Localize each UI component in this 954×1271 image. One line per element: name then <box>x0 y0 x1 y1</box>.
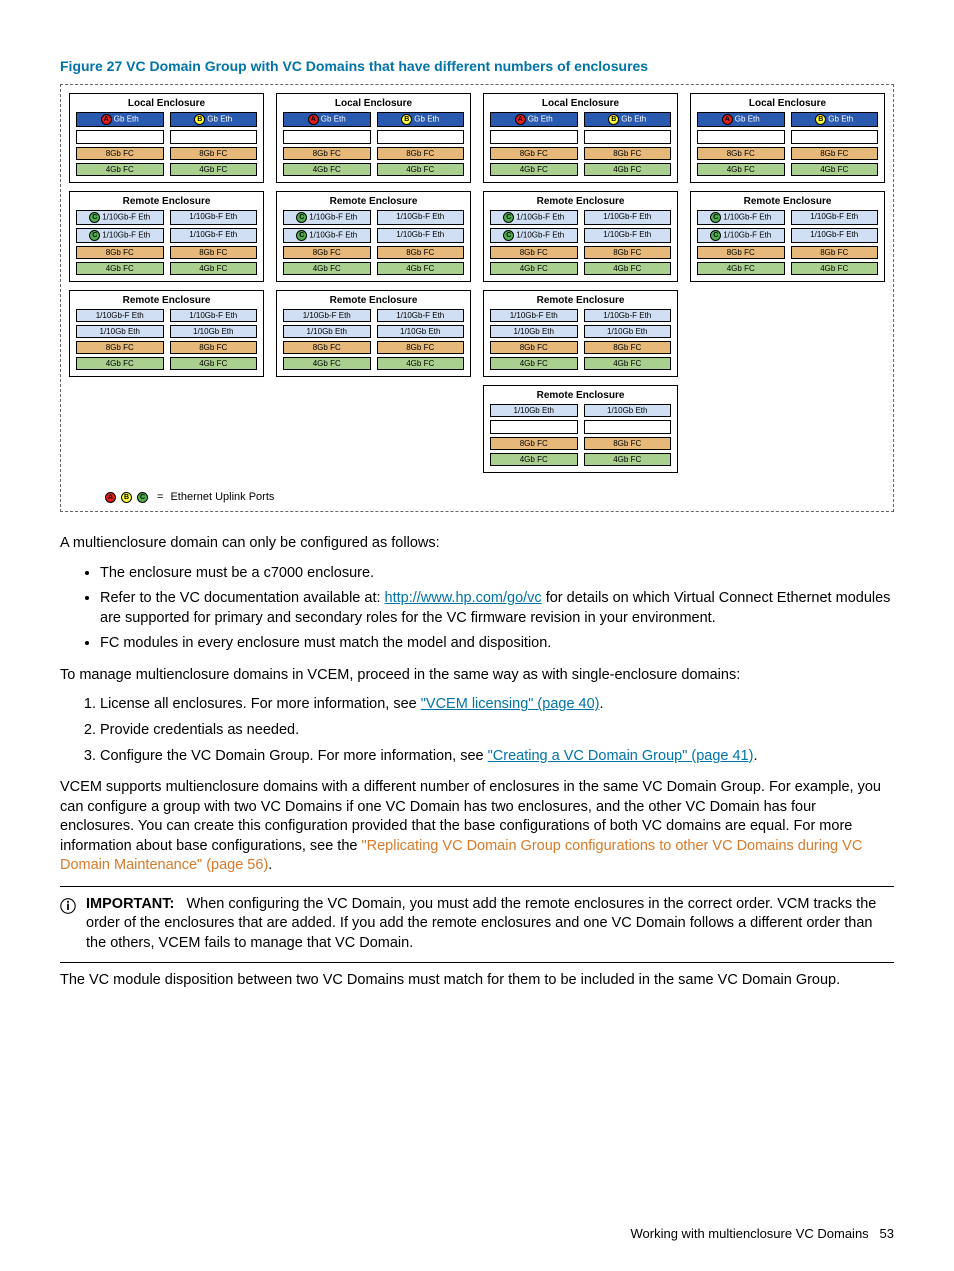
remote-enclosure: Remote Enclosure 1/10Gb-F Eth1/10Gb-F Et… <box>483 290 678 377</box>
vc-domain-col-2: Local Enclosure AGb EthBGb Eth 8Gb FC8Gb… <box>276 93 471 473</box>
local-enclosure: Local Enclosure AGb EthBGb Eth 8Gb FC8Gb… <box>276 93 471 183</box>
list-item: FC modules in every enclosure must match… <box>100 634 894 654</box>
local-enclosure: Local Enclosure AGb EthBGb Eth 8Gb FC8Gb… <box>483 93 678 183</box>
vc-domain-col-1: Local Enclosure AGb EthBGb Eth 8Gb FC8Gb… <box>69 93 264 473</box>
remote-enclosure: Remote Enclosure C1/10Gb-F Eth1/10Gb-F E… <box>690 191 885 282</box>
manage-steps: License all enclosures. For more informa… <box>60 695 894 766</box>
legend-dot-b-icon: B <box>121 492 132 503</box>
local-enclosure: Local Enclosure AGb EthBGb Eth 8Gb FC8Gb… <box>69 93 264 183</box>
legend-dot-c-icon: C <box>137 492 148 503</box>
remote-enclosure: Remote Enclosure 1/10Gb-F Eth1/10Gb-F Et… <box>276 290 471 377</box>
intro-text: A multienclosure domain can only be conf… <box>60 534 894 554</box>
config-bullets: The enclosure must be a c7000 enclosure.… <box>60 564 894 654</box>
figure-caption: Figure 27 VC Domain Group with VC Domain… <box>60 58 894 74</box>
important-body: When configuring the VC Domain, you must… <box>86 896 876 951</box>
vc-doc-link[interactable]: http://www.hp.com/go/vc <box>385 590 542 606</box>
manage-text: To manage multienclosure domains in VCEM… <box>60 666 894 686</box>
remote-enclosure: Remote Enclosure C1/10Gb-F Eth1/10Gb-F E… <box>276 191 471 282</box>
remote-enclosure: Remote Enclosure C1/10Gb-F Eth1/10Gb-F E… <box>483 191 678 282</box>
figure-legend: A B C = Ethernet Uplink Ports <box>69 491 885 503</box>
remote-enclosure: Remote Enclosure 1/10Gb Eth1/10Gb Eth 8G… <box>483 385 678 473</box>
vc-domain-col-4: Local Enclosure AGb EthBGb Eth 8Gb FC8Gb… <box>690 93 885 473</box>
important-note: ⓘ IMPORTANT: When configuring the VC Dom… <box>60 895 894 954</box>
list-item: License all enclosures. For more informa… <box>100 695 894 715</box>
list-item: Configure the VC Domain Group. For more … <box>100 747 894 767</box>
vcem-licensing-link[interactable]: "VCEM licensing" (page 40) <box>421 696 600 712</box>
creating-vcdg-link[interactable]: "Creating a VC Domain Group" (page 41) <box>488 748 754 764</box>
vc-domain-col-3: Local Enclosure AGb EthBGb Eth 8Gb FC8Gb… <box>483 93 678 473</box>
legend-dot-a-icon: A <box>105 492 116 503</box>
list-item: Provide credentials as needed. <box>100 721 894 741</box>
remote-enclosure: Remote Enclosure C1/10Gb-F Eth1/10Gb-F E… <box>69 191 264 282</box>
page-footer: Working with multienclosure VC Domains 5… <box>631 1226 895 1241</box>
divider <box>60 886 894 887</box>
remote-enclosure: Remote Enclosure 1/10Gb-F Eth1/10Gb-F Et… <box>69 290 264 377</box>
divider <box>60 962 894 963</box>
important-label: IMPORTANT: <box>86 896 174 912</box>
figure-diagram: Local Enclosure AGb EthBGb Eth 8Gb FC8Gb… <box>60 84 894 512</box>
important-icon: ⓘ <box>60 897 76 919</box>
support-text: VCEM supports multienclosure domains wit… <box>60 778 894 876</box>
list-item: The enclosure must be a c7000 enclosure. <box>100 564 894 584</box>
local-enclosure: Local Enclosure AGb EthBGb Eth 8Gb FC8Gb… <box>690 93 885 183</box>
list-item: Refer to the VC documentation available … <box>100 589 894 628</box>
disposition-text: The VC module disposition between two VC… <box>60 971 894 991</box>
